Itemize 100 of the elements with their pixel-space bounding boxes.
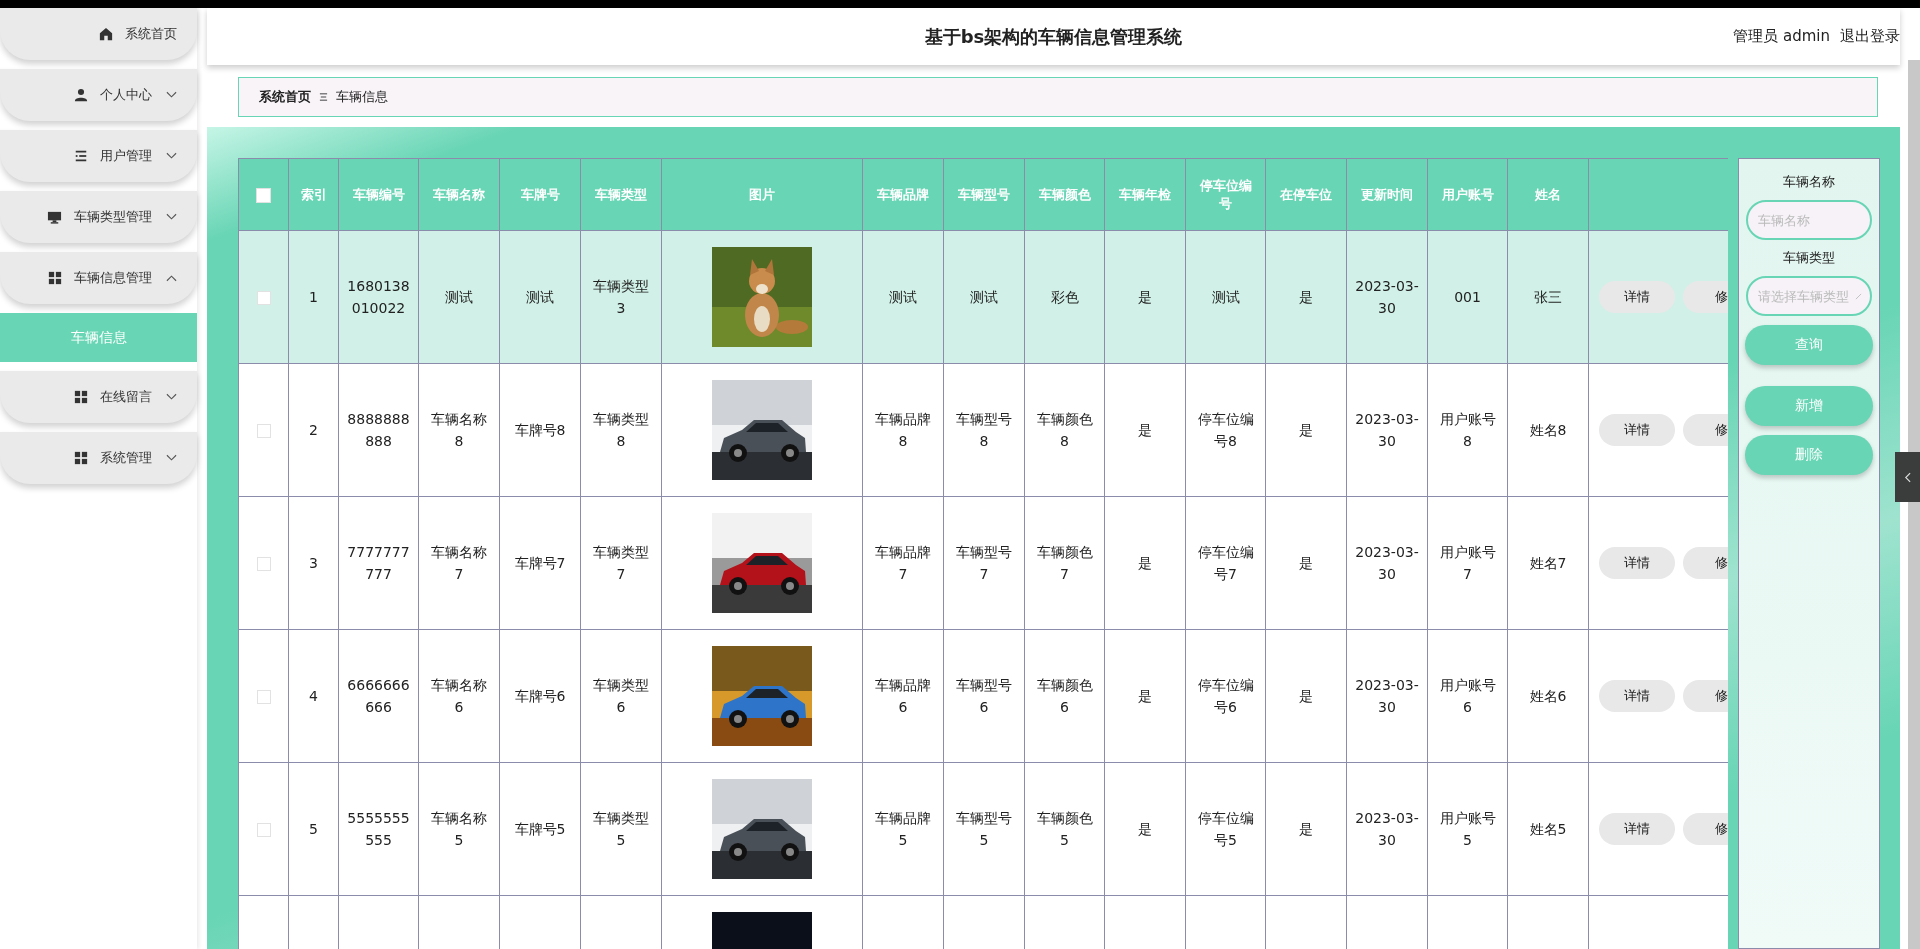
table-cell-text: 车辆型号8 bbox=[955, 409, 1013, 451]
table-cell-text: 4 bbox=[309, 686, 318, 706]
breadcrumb-link[interactable]: 系统首页 bbox=[259, 88, 311, 106]
table-cell-text: 车辆名称7 bbox=[430, 542, 488, 584]
action-button[interactable]: 修 bbox=[1683, 680, 1728, 712]
table-cell-text: 是 bbox=[1138, 420, 1152, 440]
home-icon bbox=[99, 27, 113, 41]
table-cell-text: 车辆类型3 bbox=[592, 276, 650, 318]
table-cell-text: 车辆类型6 bbox=[592, 675, 650, 717]
row-checkbox[interactable] bbox=[256, 557, 271, 571]
table-cell-text: 1680138010022 bbox=[347, 276, 410, 318]
table-cell-text: 5555555555 bbox=[347, 808, 410, 850]
table-cell-text: 2 bbox=[309, 420, 318, 440]
row-checkbox[interactable] bbox=[256, 424, 271, 438]
scrollbar[interactable] bbox=[1908, 60, 1920, 949]
menu-item[interactable]: 车辆信息管理 bbox=[0, 252, 197, 304]
select-all-checkbox[interactable] bbox=[256, 187, 271, 203]
table-cell-text: 是 bbox=[1138, 553, 1152, 573]
field-label: 车辆类型 bbox=[1783, 249, 1835, 267]
table-cell-text: 车辆名称8 bbox=[430, 409, 488, 451]
row-checkbox[interactable] bbox=[256, 823, 271, 837]
table-cell-text: 车牌号5 bbox=[514, 819, 566, 839]
table-cell-text: 车辆型号5 bbox=[955, 808, 1013, 850]
table-cell-text: 张三 bbox=[1534, 287, 1562, 307]
table-cell-text: 停车位编号8 bbox=[1196, 409, 1255, 451]
menu-item[interactable]: 系统首页 bbox=[0, 8, 197, 60]
table-cell-text: 车辆颜色6 bbox=[1035, 675, 1094, 717]
action-button[interactable]: 修 bbox=[1683, 547, 1728, 579]
action-button[interactable]: 详情 bbox=[1599, 281, 1675, 313]
logout-link[interactable]: 退出登录 bbox=[1840, 27, 1900, 46]
table-cell-text: 车牌号6 bbox=[514, 686, 566, 706]
menu-item[interactable]: 个人中心 bbox=[0, 69, 197, 121]
table-cell-text: 姓名8 bbox=[1529, 420, 1567, 440]
table-cell-text: 是 bbox=[1138, 287, 1152, 307]
table-cell-text: 姓名5 bbox=[1529, 819, 1567, 839]
action-button[interactable]: 详情 bbox=[1599, 680, 1675, 712]
table-cell-text: 车辆名称6 bbox=[430, 675, 488, 717]
table-cell-text: 2023-03-30 bbox=[1355, 276, 1419, 318]
action-button[interactable]: 详情 bbox=[1599, 414, 1675, 446]
table-cell-text: 是 bbox=[1138, 819, 1152, 839]
table-cell-text: 车辆品牌5 bbox=[874, 808, 932, 850]
header-cell: 更新时间 bbox=[1346, 158, 1428, 231]
table-cell-text: 测试 bbox=[445, 287, 473, 307]
action-button[interactable]: 详情 bbox=[1599, 547, 1675, 579]
table-cell-text: 是 bbox=[1299, 819, 1313, 839]
table-cell-text: 姓名6 bbox=[1529, 686, 1567, 706]
grid-icon bbox=[48, 271, 62, 285]
list-icon bbox=[74, 149, 88, 163]
table-cell-text: 车辆品牌8 bbox=[874, 409, 932, 451]
field-label: 车辆名称 bbox=[1783, 173, 1835, 191]
separator-icon bbox=[319, 92, 328, 102]
menu-item[interactable]: 车辆类型管理 bbox=[0, 191, 197, 243]
header-cell: 车辆型号 bbox=[943, 158, 1025, 231]
row-checkbox[interactable] bbox=[256, 291, 271, 305]
user-icon bbox=[74, 88, 88, 102]
table-cell-text: 测试 bbox=[526, 287, 554, 307]
table-cell-text: 测试 bbox=[1211, 287, 1240, 307]
table-cell-text: 车辆类型7 bbox=[592, 542, 650, 584]
header-cell: 车辆编号 bbox=[338, 158, 419, 231]
table-cell-text: 5 bbox=[309, 819, 318, 839]
table-cell-text: 姓名7 bbox=[1529, 553, 1567, 573]
menu-item[interactable]: 用户管理 bbox=[0, 130, 197, 182]
grid-icon bbox=[74, 390, 88, 404]
action-button[interactable]: 修 bbox=[1683, 414, 1728, 446]
header-cell: 图片 bbox=[661, 158, 863, 231]
table-cell-text: 是 bbox=[1299, 420, 1313, 440]
table-cell-text: 车辆颜色7 bbox=[1035, 542, 1094, 584]
app-title: 基于bs架构的车辆信息管理系统 bbox=[924, 24, 1183, 49]
table-cell-text: 是 bbox=[1138, 686, 1152, 706]
table-cell-text: 用户账号5 bbox=[1438, 808, 1497, 850]
table-cell-text: 是 bbox=[1299, 287, 1313, 307]
breadcrumb-link[interactable]: 车辆信息 bbox=[336, 88, 388, 106]
header-cell: 停车位编号 bbox=[1185, 158, 1266, 231]
table-cell-text: 测试 bbox=[889, 287, 917, 307]
header-cell: 索引 bbox=[288, 158, 339, 231]
table-cell-text: 1 bbox=[309, 287, 318, 307]
action-button[interactable]: 修 bbox=[1683, 281, 1728, 313]
table-cell-text: 车辆颜色5 bbox=[1035, 808, 1094, 850]
table-cell-text: 用户账号8 bbox=[1438, 409, 1497, 451]
table-cell-text: 车辆品牌6 bbox=[874, 675, 932, 717]
table-cell-text: 是 bbox=[1299, 553, 1313, 573]
table-cell-text: 6666666666 bbox=[347, 675, 410, 717]
table-cell-text: 车辆名称5 bbox=[430, 808, 488, 850]
search-field[interactable]: 车辆名称 bbox=[1746, 200, 1872, 240]
monitor-icon bbox=[47, 209, 62, 225]
header-cell: 车辆年检 bbox=[1104, 158, 1186, 231]
table-cell-text: 停车位编号5 bbox=[1196, 808, 1255, 850]
table-cell-text: 7777777777 bbox=[347, 542, 410, 584]
row-checkbox[interactable] bbox=[256, 690, 271, 704]
table-cell-text: 车辆型号7 bbox=[955, 542, 1013, 584]
action-button[interactable]: 修 bbox=[1683, 813, 1728, 845]
action-button[interactable]: 详情 bbox=[1599, 813, 1675, 845]
collapse-tab[interactable] bbox=[1895, 452, 1920, 502]
table-cell-text: 2023-03-30 bbox=[1355, 675, 1419, 717]
table-cell-text: 3 bbox=[309, 553, 318, 573]
menu-item[interactable]: 系统管理 bbox=[0, 432, 197, 484]
menu-item[interactable]: 在线留言 bbox=[0, 371, 197, 423]
header-cell: 车牌号 bbox=[499, 158, 581, 231]
table-cell-text: 彩色 bbox=[1050, 287, 1079, 307]
table-cell-text: 2023-03-30 bbox=[1355, 808, 1419, 850]
